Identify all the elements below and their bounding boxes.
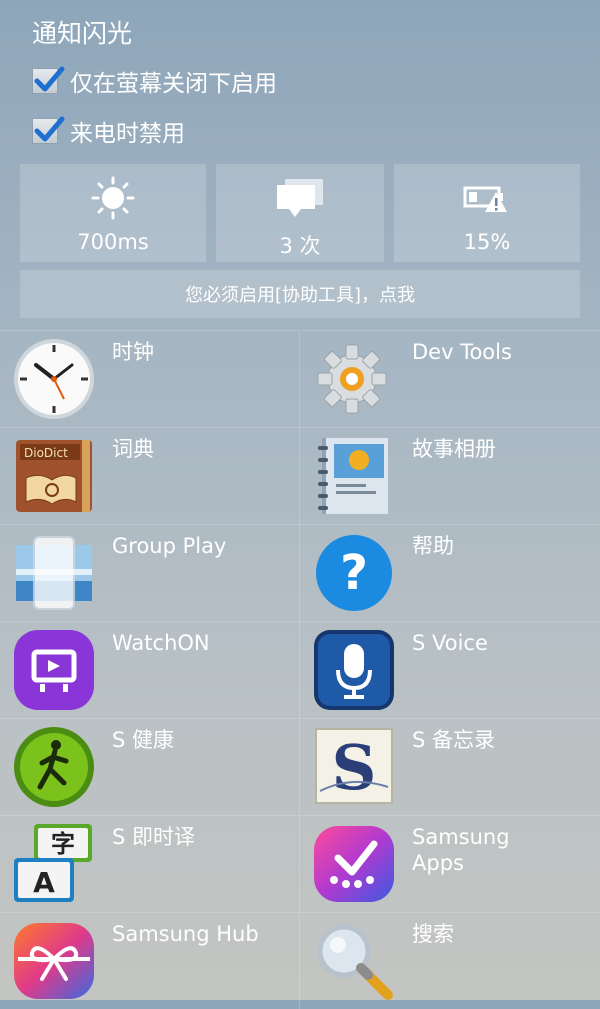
battery-threshold-tile[interactable]: 15%: [394, 164, 580, 262]
app-label: Group Play: [112, 534, 227, 558]
app-label: 故事相册: [412, 437, 496, 461]
app-item-dictionary[interactable]: DioDict 词典: [0, 428, 300, 524]
screen-off-only-checkbox[interactable]: [32, 66, 65, 94]
flash-duration-tile[interactable]: 700ms: [20, 164, 206, 262]
svg-text:字: 字: [51, 830, 75, 858]
clock-icon: [12, 337, 96, 421]
app-label: S 即时译: [112, 825, 196, 849]
dev-tools-gear-icon: [312, 337, 396, 421]
flash-count-tile[interactable]: 3 次: [216, 164, 384, 262]
app-label: Samsung Hub: [112, 922, 259, 946]
app-label: WatchON: [112, 631, 210, 655]
table-row: WatchON S Voice: [0, 621, 600, 718]
app-item-samsung-hub[interactable]: Samsung Hub: [0, 913, 300, 1009]
app-item-samsung-apps[interactable]: Samsung Apps: [300, 816, 600, 912]
disable-on-call-label: 来电时禁用: [70, 121, 185, 147]
disable-on-call-option[interactable]: 来电时禁用: [32, 114, 185, 148]
svg-text:DioDict: DioDict: [24, 446, 68, 460]
app-label: Samsung Apps: [412, 825, 510, 875]
s-voice-mic-icon: [312, 628, 396, 712]
app-item-s-memo[interactable]: S S 备忘录: [300, 719, 600, 815]
app-list: 时钟 Dev Tools DioDict 词典 故事相册 Group Play …: [0, 330, 600, 1009]
flash-count-value: 3 次: [279, 234, 321, 258]
app-item-search[interactable]: 搜索: [300, 913, 600, 1009]
svg-text:S: S: [332, 731, 377, 804]
group-play-icon: [12, 531, 96, 615]
samsung-apps-icon: [312, 822, 396, 906]
table-row: DioDict 词典 故事相册: [0, 427, 600, 524]
screen-off-only-label: 仅在萤幕关闭下启用: [70, 71, 277, 97]
story-album-icon: [312, 434, 396, 518]
flash-duration-value: 700ms: [77, 230, 149, 254]
table-row: Group Play ? 帮助: [0, 524, 600, 621]
app-label: S 备忘录: [412, 728, 496, 752]
app-item-s-health[interactable]: S 健康: [0, 719, 300, 815]
app-item-s-voice[interactable]: S Voice: [300, 622, 600, 718]
app-item-story-album[interactable]: 故事相册: [300, 428, 600, 524]
app-label: Dev Tools: [412, 340, 512, 364]
flash-settings-tiles: 700ms 3 次 15%: [20, 164, 580, 262]
app-item-dev-tools[interactable]: Dev Tools: [300, 331, 600, 427]
table-row: 字 A S 即时译 Samsung Apps: [0, 815, 600, 912]
s-memo-icon: S: [312, 725, 396, 809]
messages-icon: [275, 178, 325, 218]
accessibility-notice-button[interactable]: 您必须启用[协助工具]，点我: [20, 270, 580, 318]
table-row: Samsung Hub 搜索: [0, 912, 600, 1009]
watchon-tv-icon: [12, 628, 96, 712]
app-item-watchon[interactable]: WatchON: [0, 622, 300, 718]
app-item-help[interactable]: ? 帮助: [300, 525, 600, 621]
table-row: S 健康 S S 备忘录: [0, 718, 600, 815]
battery-threshold-value: 15%: [463, 230, 511, 254]
app-item-s-translator[interactable]: 字 A S 即时译: [0, 816, 300, 912]
s-translator-icon: 字 A: [12, 822, 96, 906]
svg-text:?: ?: [340, 545, 368, 601]
app-item-clock[interactable]: 时钟: [0, 331, 300, 427]
app-label: 帮助: [412, 534, 454, 558]
app-label: S 健康: [112, 728, 175, 752]
sun-icon: [89, 176, 137, 220]
app-item-group-play[interactable]: Group Play: [0, 525, 300, 621]
app-label: S Voice: [412, 631, 488, 655]
help-question-icon: ?: [312, 531, 396, 615]
disable-on-call-checkbox[interactable]: [32, 116, 65, 144]
app-label: 时钟: [112, 340, 154, 364]
app-label: 词典: [112, 437, 154, 461]
table-row: 时钟 Dev Tools: [0, 330, 600, 427]
search-magnifier-icon: [312, 919, 396, 1003]
samsung-hub-icon: [12, 919, 96, 1003]
svg-text:A: A: [33, 866, 55, 899]
dictionary-book-icon: DioDict: [12, 434, 96, 518]
screen-off-only-option[interactable]: 仅在萤幕关闭下启用: [32, 64, 277, 98]
s-health-runner-icon: [12, 725, 96, 809]
app-label: 搜索: [412, 922, 454, 946]
battery-warning-icon: [463, 178, 511, 218]
page-title: 通知闪光: [32, 19, 133, 48]
